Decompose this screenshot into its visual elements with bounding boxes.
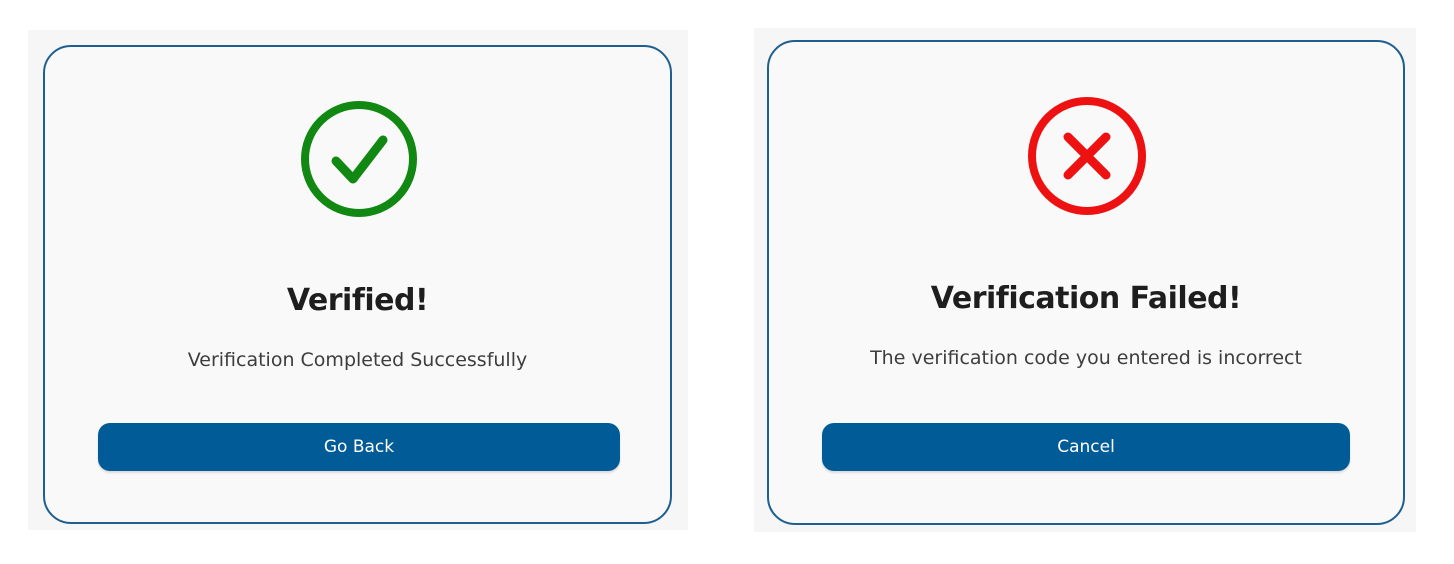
check-circle-icon <box>301 101 417 217</box>
dialog-message: Verification Completed Successfully <box>187 349 528 371</box>
dialog-title: Verification Failed! <box>930 281 1242 316</box>
dialog-message: The verification code you entered is inc… <box>870 347 1302 369</box>
cancel-button[interactable]: Cancel <box>822 423 1350 471</box>
x-circle-icon <box>1028 97 1146 215</box>
dialog-title: Verified! <box>286 283 429 318</box>
verification-failed-dialog: Verification Failed! The verification co… <box>767 40 1405 525</box>
go-back-button[interactable]: Go Back <box>98 423 620 471</box>
verification-success-dialog: Verified! Verification Completed Success… <box>43 45 672 524</box>
